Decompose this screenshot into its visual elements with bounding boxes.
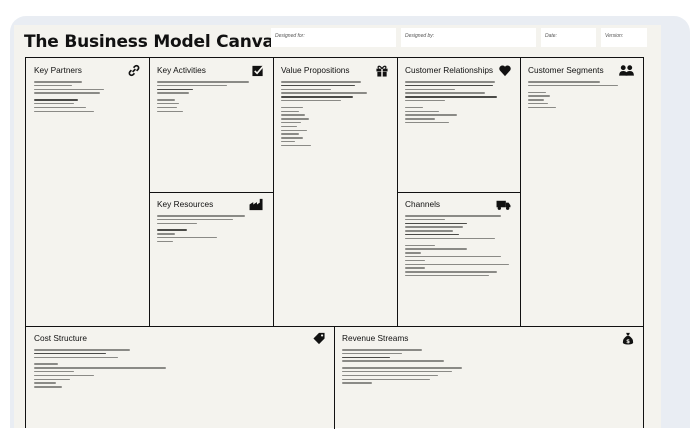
block-title: Cost Structure <box>34 333 88 343</box>
block-title: Key Partners <box>34 65 82 75</box>
tag-icon <box>312 332 326 345</box>
block-revenue-streams[interactable]: Revenue Streams $ <box>334 326 643 429</box>
block-title: Revenue Streams <box>342 333 409 343</box>
placeholder-text <box>342 349 635 384</box>
placeholder-text <box>34 81 141 113</box>
svg-text:$: $ <box>626 339 630 345</box>
block-title: Key Activities <box>157 65 206 75</box>
factory-icon <box>248 198 265 211</box>
block-customer-relationships[interactable]: Customer Relationships <box>397 58 520 192</box>
money-bag-icon: $ <box>621 332 635 345</box>
canvas-grid: Key Partners Key Activities Key Resource… <box>25 57 644 429</box>
heart-icon <box>498 64 512 77</box>
block-key-resources[interactable]: Key Resources <box>149 192 273 326</box>
placeholder-text <box>34 349 326 388</box>
people-icon <box>618 64 635 77</box>
placeholder-text <box>281 81 389 147</box>
placeholder-text <box>405 81 512 124</box>
block-key-partners[interactable]: Key Partners <box>26 58 149 326</box>
checkbox-icon <box>251 64 265 77</box>
truck-icon <box>495 198 512 211</box>
block-value-propositions[interactable]: Value Propositions <box>273 58 397 326</box>
block-title: Customer Relationships <box>405 65 494 75</box>
designed-for-field[interactable]: Designed for: <box>271 28 396 47</box>
link-icon <box>127 64 141 77</box>
placeholder-text <box>157 215 265 243</box>
block-title: Value Propositions <box>281 65 350 75</box>
date-field[interactable]: Date: <box>541 28 596 47</box>
placeholder-text <box>405 215 512 277</box>
designed-by-field[interactable]: Designed by: <box>401 28 536 47</box>
version-field[interactable]: Version: <box>601 28 647 47</box>
placeholder-text <box>157 81 265 113</box>
placeholder-text <box>528 81 635 109</box>
canvas-title: The Business Model Canvas <box>24 32 284 52</box>
block-customer-segments[interactable]: Customer Segments <box>520 58 643 326</box>
gift-icon <box>375 64 389 77</box>
block-key-activities[interactable]: Key Activities <box>149 58 273 192</box>
block-cost-structure[interactable]: Cost Structure <box>26 326 334 429</box>
block-channels[interactable]: Channels <box>397 192 520 326</box>
